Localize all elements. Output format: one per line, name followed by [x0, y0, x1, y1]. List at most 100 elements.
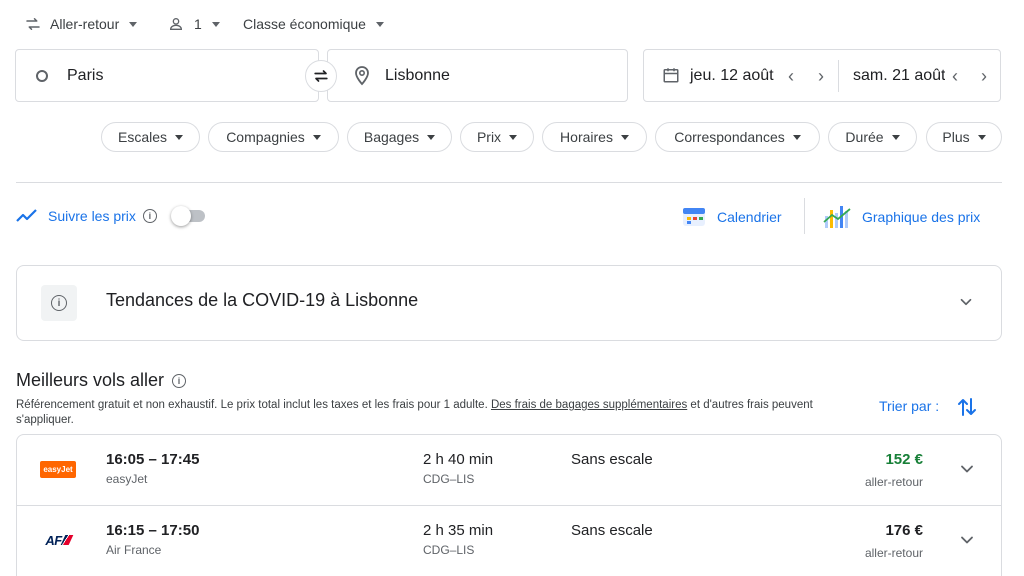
chevron-down-icon	[211, 21, 220, 27]
track-prices-label: Suivre les prix	[48, 208, 136, 224]
tools-divider	[804, 198, 805, 234]
chip-label: Correspondances	[674, 129, 785, 145]
price-type: aller-retour	[864, 475, 923, 489]
baggage-fees-link[interactable]: Des frais de bagages supplémentaires	[491, 399, 687, 411]
chevron-down-icon	[427, 134, 436, 140]
destination-value: Lisbonne	[385, 67, 450, 84]
air-france-stripe-icon	[60, 535, 74, 545]
trip-type-label: Aller-retour	[50, 16, 120, 32]
date-divider	[838, 60, 839, 92]
flight-stops: Sans escale	[571, 522, 653, 539]
trip-type-dropdown[interactable]: Aller-retour	[24, 12, 138, 36]
best-flights-title: Meilleurs vols aller	[16, 370, 165, 390]
sort-arrows-icon[interactable]	[957, 395, 977, 419]
return-date[interactable]: sam. 21 août	[853, 67, 945, 85]
filter-chip-duree[interactable]: Durée	[828, 122, 917, 152]
flight-duration: 2 h 35 min	[423, 522, 494, 539]
calendar-color-icon	[683, 208, 705, 226]
chevron-left-icon[interactable]: ‹	[788, 66, 794, 87]
chevron-right-icon[interactable]: ›	[818, 66, 824, 87]
cabin-class-label: Classe économique	[243, 16, 366, 32]
person-icon	[169, 18, 183, 30]
chip-label: Bagages	[363, 129, 420, 145]
chevron-down-icon[interactable]	[957, 530, 977, 550]
flight-results-list: easyJet 16:05 – 17:45 easyJet 2 h 40 min…	[16, 434, 1002, 576]
air-france-logo-text: AF	[45, 532, 62, 548]
price-graph-label: Graphique des prix	[862, 209, 981, 225]
chip-label: Plus	[942, 129, 970, 145]
price-type: aller-retour	[864, 546, 923, 560]
filter-chip-correspondances[interactable]: Correspondances	[655, 122, 820, 152]
disclaimer-text-start: Référencement gratuit et non exhaustif. …	[16, 399, 491, 411]
calendar-icon	[663, 68, 679, 83]
chevron-down-icon	[312, 134, 321, 140]
info-icon: i	[51, 295, 67, 311]
flight-price: 152 €	[885, 451, 923, 468]
covid-trends-card[interactable]: i Tendances de la COVID-19 à Lisbonne	[16, 265, 1002, 341]
easyjet-logo: easyJet	[40, 459, 76, 479]
chevron-down-icon[interactable]	[957, 293, 975, 311]
origin-field[interactable]: Paris	[15, 49, 319, 102]
passengers-dropdown[interactable]: 1	[168, 12, 220, 36]
chevron-down-icon	[620, 134, 629, 140]
chevron-down-icon	[375, 21, 384, 27]
filter-chip-compagnies[interactable]: Compagnies	[208, 122, 339, 152]
chip-label: Horaires	[560, 129, 613, 145]
filter-chip-prix[interactable]: Prix	[460, 122, 534, 152]
price-graph-icon	[823, 206, 851, 228]
origin-circle-icon	[36, 70, 48, 82]
easyjet-logo-text: easyJet	[40, 460, 76, 478]
flight-duration: 2 h 40 min	[423, 451, 494, 468]
filter-chip-escales[interactable]: Escales	[101, 122, 200, 152]
flight-stops: Sans escale	[571, 451, 653, 468]
filter-chip-bagages[interactable]: Bagages	[347, 122, 452, 152]
chevron-down-icon	[175, 134, 184, 140]
air-france-logo: AF	[41, 530, 75, 550]
price-graph-button[interactable]: Graphique des prix	[822, 204, 980, 230]
chevron-down-icon	[977, 134, 986, 140]
airline-name: Air France	[106, 543, 162, 557]
flight-times: 16:15 – 17:50	[106, 522, 200, 539]
chevron-down-icon	[509, 134, 518, 140]
destination-field[interactable]: Lisbonne	[327, 49, 628, 102]
flight-row-easyjet[interactable]: easyJet 16:05 – 17:45 easyJet 2 h 40 min…	[17, 435, 1001, 505]
chevron-down-icon	[129, 21, 138, 27]
chip-label: Durée	[845, 129, 884, 145]
origin-value: Paris	[67, 67, 104, 84]
trending-line-icon	[16, 209, 37, 222]
location-pin-icon	[355, 66, 369, 86]
toggle-knob	[171, 206, 191, 226]
filter-chip-horaires[interactable]: Horaires	[542, 122, 647, 152]
calendar-button[interactable]: Calendrier	[681, 204, 782, 230]
track-prices-row: Suivre les prix i	[16, 205, 157, 227]
passengers-count: 1	[194, 16, 202, 32]
flight-times: 16:05 – 17:45	[106, 451, 200, 468]
dates-field[interactable]: jeu. 12 août ‹ › sam. 21 août ‹ ›	[643, 49, 1001, 102]
flight-row-air-france[interactable]: AF 16:15 – 17:50 Air France 2 h 35 min C…	[17, 505, 1001, 575]
chevron-down-icon[interactable]	[957, 459, 977, 479]
track-prices-toggle[interactable]	[171, 206, 207, 226]
chevron-down-icon	[891, 134, 900, 140]
airline-name: easyJet	[106, 472, 148, 486]
swap-arrows-icon	[314, 70, 328, 82]
chevron-left-icon[interactable]: ‹	[952, 66, 958, 87]
info-icon-box: i	[41, 285, 77, 321]
chevron-down-icon	[792, 134, 801, 140]
pricing-disclaimer: Référencement gratuit et non exhaustif. …	[16, 398, 846, 428]
depart-date[interactable]: jeu. 12 août	[690, 67, 774, 85]
round-trip-arrows-icon	[26, 18, 40, 30]
info-icon[interactable]: i	[142, 209, 157, 223]
sort-by-label[interactable]: Trier par :	[879, 398, 939, 414]
chip-label: Prix	[476, 129, 502, 145]
section-divider	[16, 182, 1002, 183]
covid-card-title: Tendances de la COVID-19 à Lisbonne	[106, 290, 419, 310]
chevron-right-icon[interactable]: ›	[981, 66, 987, 87]
cabin-class-dropdown[interactable]: Classe économique	[243, 12, 384, 36]
filter-chip-plus[interactable]: Plus	[926, 122, 1002, 152]
flight-route: CDG–LIS	[423, 472, 475, 486]
swap-button[interactable]	[305, 60, 337, 92]
flight-price: 176 €	[885, 522, 923, 539]
best-flights-heading: Meilleurs vols aller i	[16, 370, 187, 391]
calendar-label: Calendrier	[717, 209, 782, 225]
info-icon[interactable]: i	[172, 373, 187, 388]
